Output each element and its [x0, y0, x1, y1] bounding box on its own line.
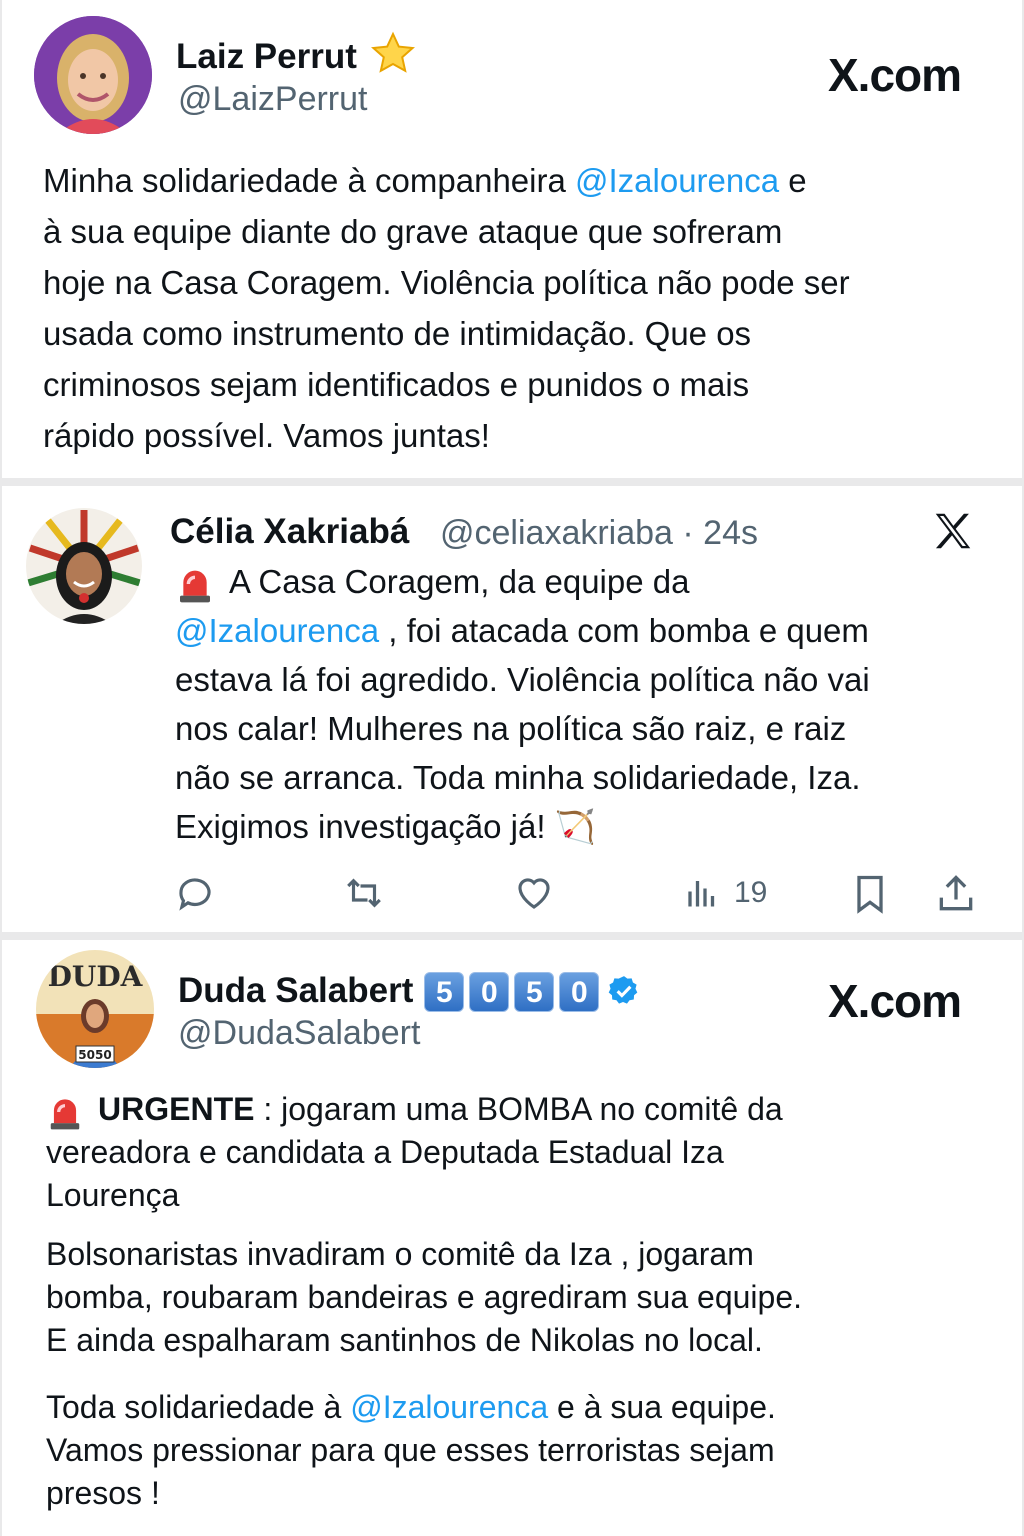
reply-icon[interactable] [174, 872, 216, 914]
number-badge: 5 [424, 971, 465, 1012]
views-icon [688, 881, 715, 907]
mention-link[interactable]: @Izalourenca [175, 612, 379, 649]
x-com-brand: X.com [828, 49, 962, 101]
avatar-image: DUDA 5050 [36, 950, 154, 1068]
post-card-celia[interactable]: Célia Xakriabá @celiaxakriaba · 24s A Ca… [2, 486, 1022, 932]
author-name[interactable]: Duda Salabert 5050 [178, 970, 641, 1012]
author-handle-time[interactable]: @celiaxakriaba · 24s [440, 514, 758, 553]
author-handle[interactable]: @DudaSalabert [178, 1014, 420, 1053]
like-icon[interactable] [512, 872, 556, 914]
avatar-number: 5050 [78, 1048, 111, 1062]
avatar[interactable]: DUDA 5050 [36, 950, 154, 1068]
avatar-image [34, 16, 152, 134]
avatar[interactable] [34, 16, 152, 134]
x-logo-icon[interactable] [930, 508, 976, 554]
number-badge: 0 [469, 971, 510, 1012]
siren-icon [180, 570, 210, 603]
author-name[interactable]: Célia Xakriabá [170, 512, 409, 552]
post-text: Minha solidariedade à companheira @Izalo… [43, 162, 850, 454]
mention-link[interactable]: @Izalourenca [575, 162, 779, 199]
avatar[interactable] [26, 508, 142, 624]
post-text: A Casa Coragem, da equipe da @Izalourenc… [175, 563, 870, 845]
bookmark-icon[interactable] [848, 872, 892, 916]
x-com-brand: X.com [828, 975, 962, 1027]
share-icon[interactable] [934, 872, 978, 916]
views-count: 19 [734, 876, 768, 909]
avatar-image [26, 508, 142, 624]
mention-link[interactable]: @Izalourenca [350, 1389, 548, 1425]
siren-icon [50, 1098, 80, 1129]
star-icon [370, 31, 415, 73]
avatar-text: DUDA [48, 960, 144, 993]
post-card-laiz[interactable]: Laiz Perrut @LaizPerrut X.com Minha soli… [2, 0, 1022, 478]
verified-badge-icon [609, 976, 638, 1004]
retweet-icon[interactable] [342, 872, 386, 914]
post-text: URGENTE : jogaram uma BOMBA no comitê da… [46, 1091, 803, 1511]
bow-arrow-emoji: 🏹 [554, 808, 596, 845]
number-badge: 0 [559, 971, 600, 1012]
number-badges: 5050 [419, 970, 600, 1012]
number-badge: 5 [514, 971, 555, 1012]
author-name[interactable]: Laiz Perrut [176, 30, 417, 78]
views-counter[interactable]: 19 [684, 872, 767, 914]
author-handle[interactable]: @LaizPerrut [178, 80, 367, 119]
post-card-duda[interactable]: DUDA 5050 Duda Salabert 5050 @DudaSalabe… [2, 940, 1022, 1536]
